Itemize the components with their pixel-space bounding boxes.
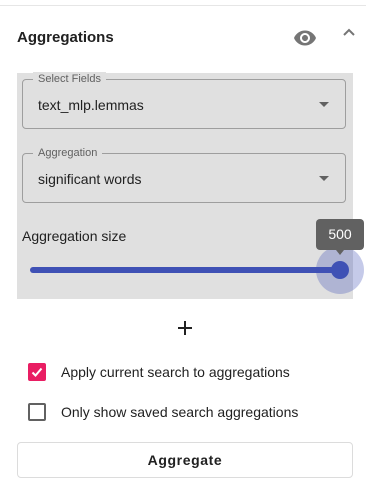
dropdown-arrow-icon: [319, 102, 329, 107]
slider-fill: [30, 267, 340, 273]
aggregation-type-label: Aggregation: [33, 146, 103, 160]
aggregation-size-label: Aggregation size: [22, 228, 127, 244]
aggregate-button[interactable]: Aggregate: [17, 442, 353, 478]
apply-current-search-checkbox[interactable]: [28, 363, 46, 381]
select-fields-label: Select Fields: [33, 72, 106, 86]
aggregation-size-slider[interactable]: [30, 267, 340, 273]
apply-current-search-label[interactable]: Apply current search to aggregations: [61, 364, 290, 380]
slider-value-tooltip: 500: [316, 219, 364, 250]
only-saved-searches-checkbox[interactable]: [28, 403, 46, 421]
top-divider: [0, 5, 366, 6]
aggregation-type-value: significant words: [38, 171, 142, 187]
only-saved-searches-label[interactable]: Only show saved search aggregations: [61, 404, 298, 420]
slider-thumb[interactable]: [331, 261, 349, 279]
select-fields-dropdown[interactable]: Select Fields text_mlp.lemmas: [22, 72, 346, 129]
aggregations-header: Aggregations: [17, 28, 357, 48]
plus-icon[interactable]: [175, 318, 195, 338]
aggregation-type-dropdown[interactable]: Aggregation significant words: [22, 146, 346, 203]
panel-title: Aggregations: [17, 29, 114, 46]
select-fields-value: text_mlp.lemmas: [38, 97, 144, 113]
checkmark-icon: [31, 367, 43, 377]
dropdown-arrow-icon: [319, 176, 329, 181]
aggregation-settings-panel: Select Fields text_mlp.lemmas Aggregatio…: [17, 72, 364, 299]
chevron-up-icon[interactable]: [340, 24, 358, 42]
tooltip-pointer: [336, 250, 344, 255]
eye-icon[interactable]: [293, 26, 317, 50]
